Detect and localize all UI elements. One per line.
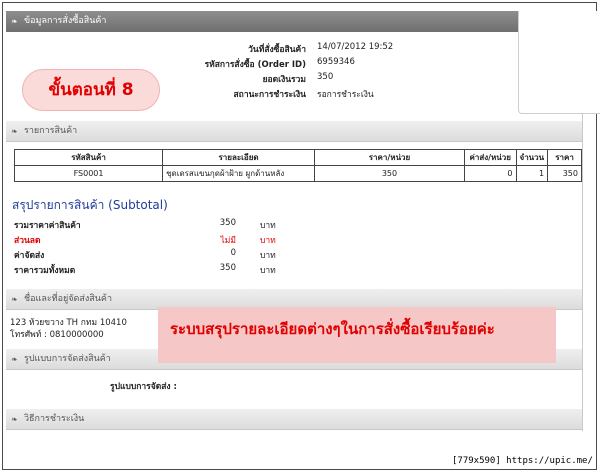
subtotal-label: รวมราคาค่าสินค้า bbox=[14, 221, 81, 231]
cell-shipping-per-unit: 0 bbox=[463, 165, 517, 182]
section-marker-icon: ❧ bbox=[11, 17, 18, 26]
col-header-unit-price: ราคา/หน่วย bbox=[314, 149, 465, 166]
section-marker-icon: ❧ bbox=[11, 415, 18, 424]
cell-quantity: 1 bbox=[515, 165, 549, 182]
grand-total-unit: บาท bbox=[260, 266, 276, 276]
items-title: รายการสินค้า bbox=[24, 126, 78, 136]
cell-price: 350 bbox=[547, 165, 582, 182]
shipping-fee-unit: บาท bbox=[260, 251, 276, 261]
discount-label: ส่วนลด bbox=[14, 236, 41, 246]
payment-status-value: รอการชำระเงิน bbox=[317, 90, 374, 100]
table-row: FS0001 ชุดเดรสแขนกุดผ้าฝ้าย ผูกด้านหลัง … bbox=[13, 165, 582, 182]
section-marker-icon: ❧ bbox=[11, 127, 18, 136]
step-badge: ขั้นตอนที่ 8 bbox=[22, 69, 160, 111]
order-id-label: รหัสการสั่งซื้อ (Order ID) bbox=[204, 60, 306, 70]
payment-method-header: ❧ วิธีการชำระเงิน bbox=[6, 409, 582, 430]
order-info-header: ❧ ข้อมูลการสั่งซื้อสินค้า bbox=[6, 11, 582, 32]
col-header-shipping-per-unit: ค่าส่ง/หน่วย bbox=[463, 149, 517, 166]
order-date-value: 14/07/2012 19:52 bbox=[317, 42, 394, 52]
order-total-label: ยอดเงินรวม bbox=[262, 75, 306, 85]
items-table-header-row: รหัสสินค้า รายละเอียด ราคา/หน่วย ค่าส่ง/… bbox=[13, 149, 582, 166]
grand-total-value: 350 bbox=[219, 263, 236, 273]
section-marker-icon: ❧ bbox=[11, 355, 18, 364]
discount-unit: บาท bbox=[260, 236, 276, 246]
subtotal-value: 350 bbox=[219, 218, 236, 228]
order-summary-page: ❧ ข้อมูลการสั่งซื้อสินค้า วันที่สั่งซื้อ… bbox=[6, 11, 600, 431]
order-info-title: ข้อมูลการสั่งซื้อสินค้า bbox=[24, 16, 107, 26]
shipping-fee-label: ค่าจัดส่ง bbox=[14, 251, 45, 261]
shipping-fee-value: 0 bbox=[230, 248, 236, 258]
shipping-phone-text: โทรศัพท์ : 0810000000 bbox=[10, 330, 104, 340]
cell-product-code: FS0001 bbox=[13, 165, 164, 182]
watermark-text: [779x590] https://upic.me/ bbox=[452, 456, 593, 466]
items-table: รหัสสินค้า รายละเอียด ราคา/หน่วย ค่าส่ง/… bbox=[13, 149, 582, 182]
grand-total-label: ราคารวมทั้งหมด bbox=[14, 266, 76, 276]
overlay-panel-edge bbox=[518, 11, 600, 114]
subtotal-title: สรุปรายการสินค้า (Subtotal) bbox=[12, 198, 168, 212]
discount-value: ไม่มี bbox=[220, 236, 236, 246]
annotation-note: ระบบสรุปรายละเอียดต่างๆในการสั่งซื้อเรีย… bbox=[158, 307, 556, 363]
shipping-method-label: รูปแบบการจัดส่ง : bbox=[110, 382, 177, 392]
col-header-product-code: รหัสสินค้า bbox=[13, 149, 164, 166]
section-marker-icon: ❧ bbox=[11, 295, 18, 304]
items-header: ❧ รายการสินค้า bbox=[6, 121, 582, 142]
order-total-value: 350 bbox=[317, 72, 334, 82]
cell-unit-price: 350 bbox=[314, 165, 465, 182]
payment-status-label: สถานะการชำระเงิน bbox=[233, 90, 306, 100]
order-id-value: 6959346 bbox=[317, 57, 355, 67]
screenshot-frame: ❧ ข้อมูลการสั่งซื้อสินค้า วันที่สั่งซื้อ… bbox=[2, 2, 600, 470]
payment-method-title: วิธีการชำระเงิน bbox=[24, 414, 85, 424]
col-header-description: รายละเอียด bbox=[162, 149, 316, 166]
col-header-price: ราคา bbox=[547, 149, 582, 166]
shipping-method-title: รูปแบบการจัดส่งสินค้า bbox=[24, 354, 111, 364]
shipping-address-title: ชื่อและที่อยู่จัดส่งสินค้า bbox=[24, 294, 113, 304]
col-header-quantity: จำนวน bbox=[515, 149, 549, 166]
order-date-label: วันที่สั่งซื้อสินค้า bbox=[248, 45, 306, 55]
cell-description: ชุดเดรสแขนกุดผ้าฝ้าย ผูกด้านหลัง bbox=[162, 165, 316, 182]
subtotal-unit: บาท bbox=[260, 221, 276, 231]
